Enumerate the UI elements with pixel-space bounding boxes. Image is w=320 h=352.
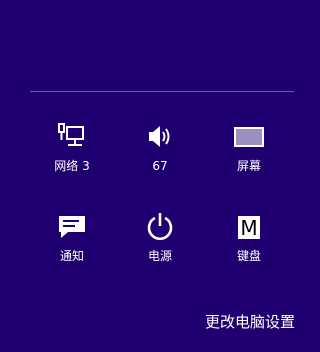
network-icon bbox=[36, 122, 108, 152]
screen-label: 屏幕 bbox=[236, 159, 261, 173]
screen-tile[interactable]: 屏幕 bbox=[213, 122, 285, 184]
panel-divider bbox=[30, 91, 294, 92]
keyboard-tile[interactable]: M 键盘 bbox=[213, 212, 285, 274]
notifications-label: 通知 bbox=[59, 249, 84, 263]
power-tile[interactable]: 电源 bbox=[124, 212, 196, 274]
network-label: 网络 3 bbox=[54, 159, 90, 173]
network-tile[interactable]: 网络 3 bbox=[36, 122, 108, 184]
keyboard-icon: M bbox=[213, 212, 285, 242]
screen-icon bbox=[213, 122, 285, 152]
change-pc-settings-link[interactable]: 更改电脑设置 bbox=[205, 312, 295, 332]
volume-tile[interactable]: 67 bbox=[124, 122, 196, 184]
keyboard-label: 键盘 bbox=[236, 249, 261, 263]
power-label: 电源 bbox=[147, 249, 172, 263]
speaker-icon bbox=[124, 122, 196, 152]
power-icon bbox=[124, 212, 196, 242]
notifications-tile[interactable]: 通知 bbox=[36, 212, 108, 274]
volume-label: 67 bbox=[152, 159, 168, 173]
notifications-icon bbox=[36, 212, 108, 242]
svg-text:M: M bbox=[240, 216, 257, 240]
